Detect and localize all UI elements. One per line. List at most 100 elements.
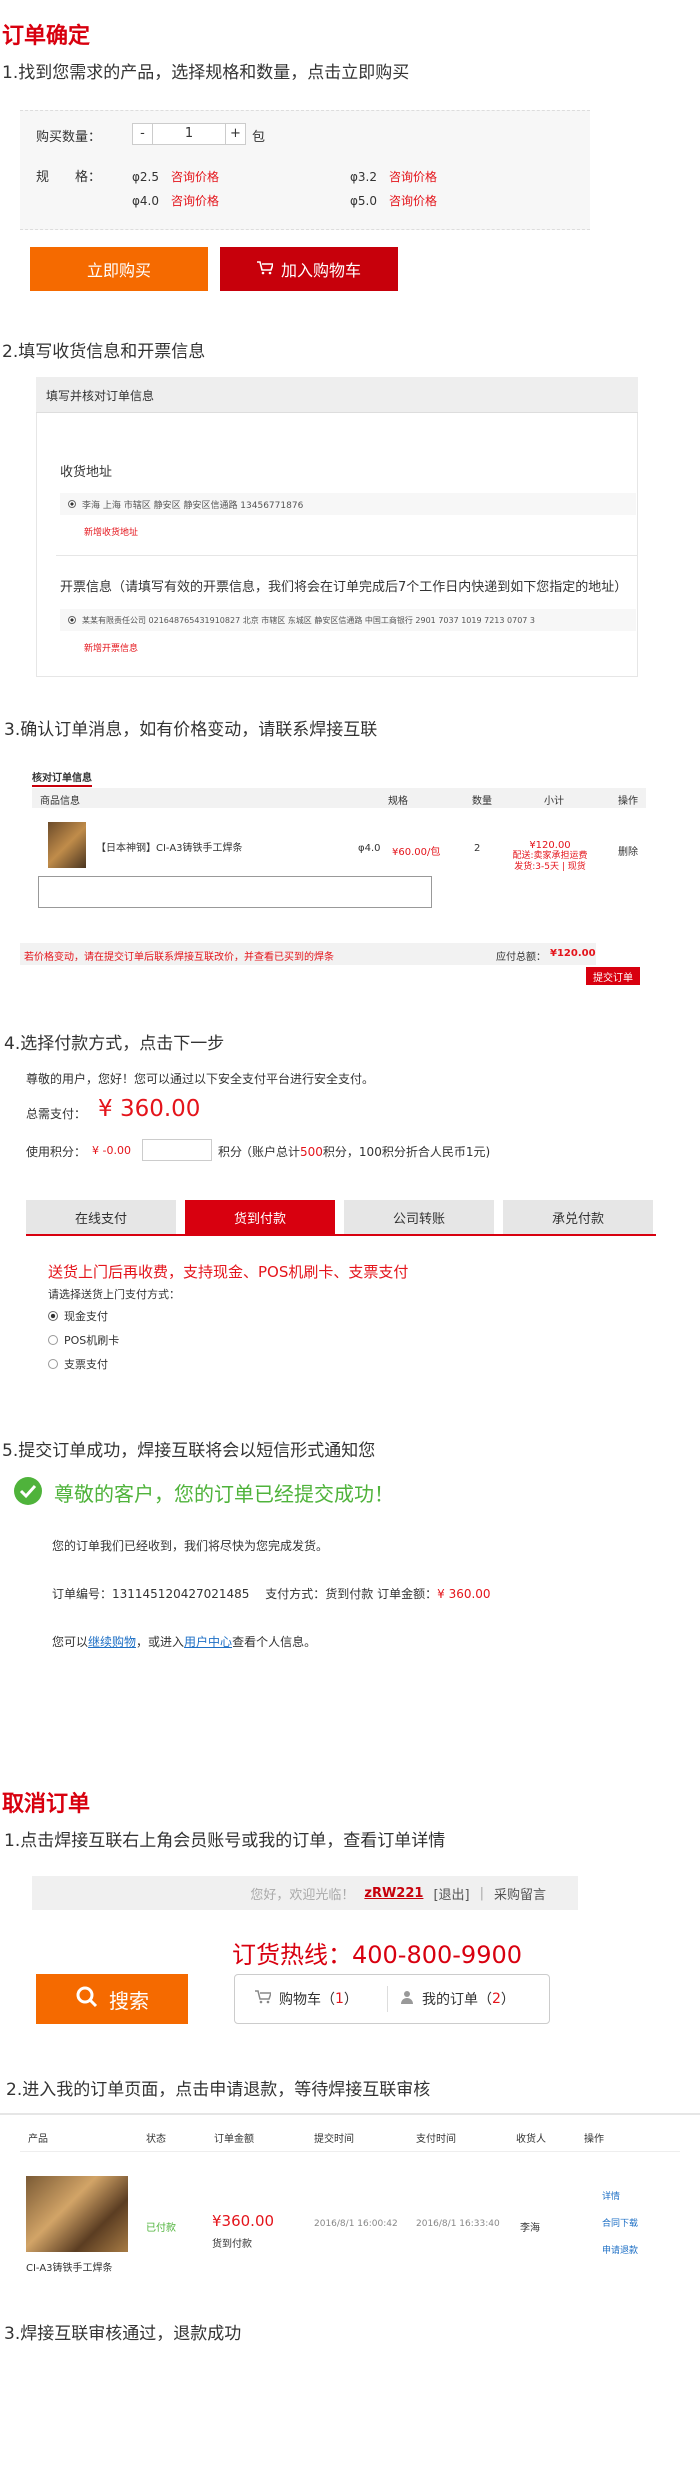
divider [56, 555, 638, 556]
check-order-title: 核对订单信息 [32, 769, 92, 787]
invoice-option[interactable]: 某某有限责任公司 021648765431910827 北京 市辖区 东城区 静… [60, 609, 636, 631]
col-product: 商品信息 [40, 796, 80, 807]
search-label: 搜索 [109, 1988, 149, 2013]
user-center-link[interactable]: 用户中心 [184, 1635, 232, 1649]
shipping-address-title: 收货地址 [60, 465, 113, 480]
invoice-title: 开票信息（请填写有效的开票信息，我们将会在订单完成后7个工作日内快递到如下您指定… [60, 580, 628, 595]
tab-online-pay[interactable]: 在线支付 [26, 1200, 176, 1234]
points-input[interactable] [142, 1139, 212, 1161]
radio-checked[interactable] [48, 1311, 58, 1321]
cart-label-end: ） [343, 1992, 358, 2008]
order-submit-time: 2016/8/1 16:00:42 [314, 2219, 398, 2229]
logout-link[interactable]: [退出] [433, 1884, 469, 1903]
spec-price: 咨询价格 [389, 170, 438, 184]
cancel-order-title: 取消订单 [2, 1792, 91, 1817]
order-item-name[interactable]: 【日本神钢】CI-A3铸铁手工焊条 [96, 839, 243, 854]
shipping-note: 配送:卖家承担运费 [512, 851, 588, 861]
product-thumbnail[interactable] [48, 822, 86, 868]
cod-subtitle: 请选择送货上门支付方式： [48, 1288, 180, 1301]
order-remark-textarea[interactable] [38, 876, 432, 908]
price-change-notice: 若价格变动，请在提交订单后联系焊接互联改价，并查看已买到的焊条 [24, 952, 334, 963]
subtotal-value: ¥120.00 [529, 840, 571, 851]
buy-now-button[interactable]: 立即购买 [30, 247, 208, 291]
cod-title: 送货上门后再收费，支持现金、POS机刷卡、支票支付 [48, 1263, 409, 1281]
order-product-image[interactable] [26, 2176, 128, 2252]
my-orders-label: 我的订单（ [422, 1992, 492, 2008]
cart-link[interactable]: 购物车（ 1） [235, 1989, 387, 2009]
payment-greeting: 尊敬的用户，您好！您可以通过以下安全支付平台进行安全支付。 [26, 1072, 375, 1086]
cod-option[interactable]: 现金支付 [48, 1308, 108, 1324]
order-product-name[interactable]: CI-A3铸铁手工焊条 [26, 2259, 113, 2274]
option-label: POS机刷卡 [64, 1334, 120, 1347]
invoice-text: 某某有限责任公司 021648765431910827 北京 市辖区 东城区 静… [82, 615, 536, 625]
cancel-step-3-text: 3.焊接互联审核通过，退款成功 [4, 2324, 242, 2344]
spec-option[interactable]: φ3.2 咨询价格 [350, 168, 437, 185]
points-label: 使用积分： [26, 1145, 87, 1159]
order-pay-time: 2016/8/1 16:33:40 [416, 2219, 500, 2229]
address-text: 李海 上海 市辖区 静安区 静安区信通路 13456771876 [82, 500, 304, 511]
spec-option[interactable]: φ2.5 咨询价格 [132, 168, 219, 185]
delete-link[interactable]: 删除 [618, 843, 638, 858]
quantity-stepper: - 1 + [132, 123, 246, 145]
purchase-message-link[interactable]: 采购留言 [494, 1884, 546, 1903]
order-item-qty: 2 [474, 843, 481, 854]
order-amount: ¥ 360.00 [437, 1587, 491, 1601]
points-note: （账户总计500积分，100积分折合人民币1元) [240, 1143, 490, 1160]
add-to-cart-button[interactable]: 加入购物车 [220, 247, 398, 291]
radio[interactable] [48, 1359, 58, 1369]
col-status: 状态 [146, 2134, 166, 2145]
tab-company-transfer[interactable]: 公司转账 [344, 1200, 494, 1234]
contract-download-link[interactable]: 合同下载 [602, 2216, 638, 2229]
spec-option[interactable]: φ4.0 咨询价格 [132, 192, 219, 209]
payment-method: 支付方式：货到付款 [265, 1587, 374, 1601]
cod-option[interactable]: POS机刷卡 [48, 1332, 119, 1348]
points-note-prefix: （账户总计 [240, 1145, 301, 1159]
order-table-header: 商品信息 规格 数量 小计 操作 [32, 788, 646, 808]
orders-table-header: 产品 状态 订单金额 提交时间 支付时间 收货人 操作 [20, 2122, 680, 2152]
col-subtotal: 小计 [544, 796, 564, 807]
product-options-panel [20, 110, 590, 230]
detail-link[interactable]: 详情 [602, 2189, 620, 2202]
success-check-icon [14, 1477, 42, 1505]
total-label: 应付总额： [496, 952, 546, 963]
my-orders-link[interactable]: 我的订单（ 2） [388, 1989, 515, 2009]
quantity-minus-button[interactable]: - [133, 124, 153, 144]
step-5-text: 5.提交订单成功，焊接互联将会以短信形式通知您 [2, 1441, 376, 1461]
tab-cash-on-delivery[interactable]: 货到付款 [185, 1200, 335, 1234]
order-status: 已付款 [146, 2223, 176, 2234]
quantity-plus-button[interactable]: + [225, 124, 245, 144]
add-invoice-link[interactable]: 新增开票信息 [84, 641, 138, 654]
address-radio[interactable] [68, 500, 76, 508]
next-mid: ，或进入 [136, 1635, 185, 1649]
account-link[interactable]: zRW221 [364, 1886, 423, 1901]
search-button[interactable]: 搜索 [36, 1974, 188, 2024]
total-need-label: 总需支付： [26, 1107, 87, 1121]
cancel-step-2-text: 2.进入我的订单页面，点击申请退款，等待焊接互联审核 [6, 2080, 431, 2100]
quantity-unit: 包 [252, 130, 266, 145]
order-number: 订单编号：131145120427021485 [52, 1587, 250, 1601]
address-option[interactable]: 李海 上海 市辖区 静安区 静安区信通路 13456771876 [60, 493, 636, 515]
apply-refund-link[interactable]: 申请退款 [602, 2243, 638, 2256]
cart-icon [256, 260, 275, 279]
submit-order-button[interactable]: 提交订单 [586, 967, 640, 985]
points-unit: 积分 [218, 1145, 243, 1159]
order-amount-label: 订单金额： [377, 1587, 438, 1601]
add-address-link[interactable]: 新增收货地址 [84, 525, 138, 538]
cancel-step-1-text: 1.点击焊接互联右上角会员账号或我的订单，查看订单详情 [4, 1831, 446, 1851]
tab-underline [26, 1234, 656, 1236]
divider [0, 2113, 700, 2115]
cod-option[interactable]: 支票支付 [48, 1356, 108, 1372]
next-steps-line: 您可以继续购物，或进入用户中心查看个人信息。 [52, 1633, 316, 1650]
my-orders-count: 2 [492, 1991, 501, 2007]
radio[interactable] [48, 1335, 58, 1345]
option-label: 现金支付 [64, 1310, 108, 1323]
tab-acceptance-pay[interactable]: 承兑付款 [503, 1200, 653, 1234]
invoice-radio[interactable] [68, 616, 76, 624]
continue-shopping-link[interactable]: 继续购物 [88, 1635, 136, 1649]
spec-option[interactable]: φ5.0 咨询价格 [350, 192, 437, 209]
spec-size: φ2.5 [132, 170, 159, 184]
order-receiver: 李海 [520, 2223, 540, 2234]
step-3-text: 3.确认订单消息，如有价格变动，请联系焊接互联 [4, 720, 378, 740]
option-label: 支票支付 [64, 1358, 108, 1371]
quantity-input[interactable]: 1 [153, 124, 225, 144]
